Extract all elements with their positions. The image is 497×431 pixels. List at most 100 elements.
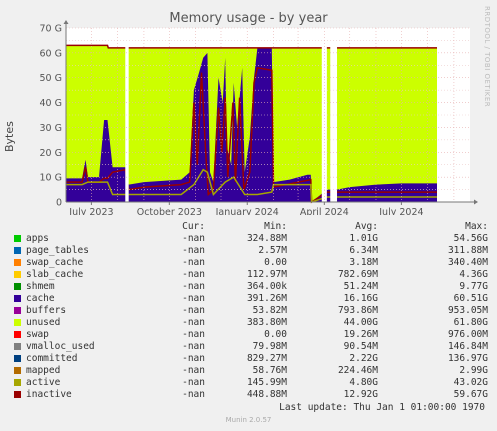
legend-min-value: 53.82M — [252, 305, 287, 316]
legend-series-name: inactive — [26, 389, 72, 400]
legend-swatch — [14, 343, 21, 350]
legend-max-value: 43.02G — [453, 377, 488, 388]
x-tick-label: October 2023 — [137, 207, 202, 215]
legend-avg-value: 90.54M — [343, 341, 378, 352]
legend-avg-value: 4.80G — [349, 377, 378, 388]
legend-max-value: 953.05M — [447, 305, 488, 316]
y-axis-arrow — [63, 20, 69, 24]
legend-row-shmem: shmem -nan 364.00k 51.24M 9.77G — [12, 281, 490, 293]
legend-swatch — [14, 331, 21, 338]
legend-cur-value: -nan — [182, 329, 205, 340]
legend-row-vmalloc_used: vmalloc_used -nan 79.98M 90.54M 146.84M — [12, 341, 490, 353]
legend-cur-value: -nan — [182, 341, 205, 352]
legend-min-value: 324.88M — [246, 233, 287, 244]
legend-cur-value: -nan — [182, 353, 205, 364]
legend-max-value: 146.84M — [447, 341, 488, 352]
y-tick-label: 50 G — [40, 73, 62, 84]
legend-avg-value: 3.18M — [349, 257, 378, 268]
legend-swatch — [14, 367, 21, 374]
legend-series-name: committed — [26, 353, 78, 364]
legend-avg-value: 6.34M — [349, 245, 378, 256]
legend-avg-value: 1.01G — [349, 233, 378, 244]
legend-table: Cur: Min: Avg: Max: apps -nan 324.88M 1.01G… — [12, 221, 490, 401]
legend-series-name: buffers — [26, 305, 67, 316]
legend-max-value: 340.40M — [447, 257, 488, 268]
x-tick-label: July 2024 — [378, 207, 423, 215]
legend-series-name: unused — [26, 317, 61, 328]
legend-swatch — [14, 295, 21, 302]
legend-series-name: swap — [26, 329, 49, 340]
legend-cur-value: -nan — [182, 365, 205, 376]
legend-series-name: swap_cache — [26, 257, 84, 268]
legend-avg-value: 782.69M — [337, 269, 378, 280]
legend-swatch — [14, 271, 21, 278]
plot-area: 0 10 G 20 G 30 G 40 G 50 G 60 G 70 G July 2023 Oc… — [40, 20, 478, 215]
legend-series-name: shmem — [26, 281, 55, 292]
legend-swatch — [14, 391, 21, 398]
legend-min-value: 364.00k — [246, 281, 287, 292]
legend-min-value: 145.99M — [246, 377, 287, 388]
legend-min-value: 2.57M — [258, 245, 287, 256]
x-axis-arrow — [474, 199, 478, 205]
legend-avg-value: 44.00G — [343, 317, 378, 328]
legend-swatch — [14, 247, 21, 254]
legend-row-page_tables: page_tables -nan 2.57M 6.34M 311.88M — [12, 245, 490, 257]
legend-header: Cur: Min: Avg: Max: — [12, 221, 490, 233]
legend-cur-value: -nan — [182, 317, 205, 328]
legend-series-name: page_tables — [26, 245, 89, 256]
y-tick-label: 10 G — [40, 173, 62, 184]
legend-cur-value: -nan — [182, 281, 205, 292]
legend-max-value: 54.56G — [453, 233, 488, 244]
legend-avg-value: 12.92G — [343, 389, 378, 400]
memory-usage-graph: Memory usage - by year Bytes RRDTOOL / T… — [0, 0, 497, 431]
legend-series-name: active — [26, 377, 61, 388]
legend-cur-value: -nan — [182, 305, 205, 316]
x-tick-label: January 2024 — [215, 207, 279, 215]
legend-row-committed: committed -nan 829.27M 2.22G 136.97G — [12, 353, 490, 365]
legend-row-mapped: mapped -nan 58.76M 224.46M 2.99G — [12, 365, 490, 377]
legend-min-value: 79.98M — [252, 341, 287, 352]
legend-max-value: 311.88M — [447, 245, 488, 256]
legend-series-name: slab_cache — [26, 269, 84, 280]
legend-row-slab_cache: slab_cache -nan 112.97M 782.69M 4.36G — [12, 269, 490, 281]
legend-min-value: 58.76M — [252, 365, 287, 376]
x-tick-label: July 2023 — [68, 207, 113, 215]
legend-cur-value: -nan — [182, 245, 205, 256]
legend-max-value: 4.36G — [459, 269, 488, 280]
legend-max-value: 2.99G — [459, 365, 488, 376]
legend-row-inactive: inactive -nan 448.88M 12.92G 59.67G — [12, 389, 490, 401]
y-tick-label: 60 G — [40, 48, 62, 59]
legend-min-value: 383.80M — [246, 317, 287, 328]
legend-max-value: 976.00M — [447, 329, 488, 340]
legend-avg-value: 793.86M — [337, 305, 378, 316]
legend-swatch — [14, 379, 21, 386]
y-tick-label: 30 G — [40, 123, 62, 134]
legend-min-value: 391.26M — [246, 293, 287, 304]
legend-cur-value: -nan — [182, 389, 205, 400]
legend-swatch — [14, 319, 21, 326]
legend-cur-value: -nan — [182, 233, 205, 244]
legend-header-cur: Cur: — [182, 221, 205, 232]
legend-header-min: Min: — [264, 221, 287, 232]
y-tick-label: 70 G — [40, 24, 62, 35]
legend-max-value: 9.77G — [459, 281, 488, 292]
legend-avg-value: 51.24M — [343, 281, 378, 292]
legend-max-value: 61.80G — [453, 317, 488, 328]
last-update: Last update: Thu Jan 1 01:00:00 1970 — [279, 402, 485, 413]
legend-row-swap: swap -nan 0.00 19.26M 976.00M — [12, 329, 490, 341]
legend-avg-value: 224.46M — [337, 365, 378, 376]
legend-max-value: 59.67G — [453, 389, 488, 400]
legend-row-swap_cache: swap_cache -nan 0.00 3.18M 340.40M — [12, 257, 490, 269]
legend-row-apps: apps -nan 324.88M 1.01G 54.56G — [12, 233, 490, 245]
legend-row-active: active -nan 145.99M 4.80G 43.02G — [12, 377, 490, 389]
legend-max-value: 60.51G — [453, 293, 488, 304]
legend-series-name: apps — [26, 233, 49, 244]
legend-series-name: vmalloc_used — [26, 341, 95, 352]
legend-min-value: 0.00 — [264, 257, 287, 268]
y-tick-label: 20 G — [40, 148, 62, 159]
legend-avg-value: 16.16G — [343, 293, 378, 304]
legend-row-cache: cache -nan 391.26M 16.16G 60.51G — [12, 293, 490, 305]
legend-avg-value: 19.26M — [343, 329, 378, 340]
legend-avg-value: 2.22G — [349, 353, 378, 364]
legend-min-value: 0.00 — [264, 329, 287, 340]
